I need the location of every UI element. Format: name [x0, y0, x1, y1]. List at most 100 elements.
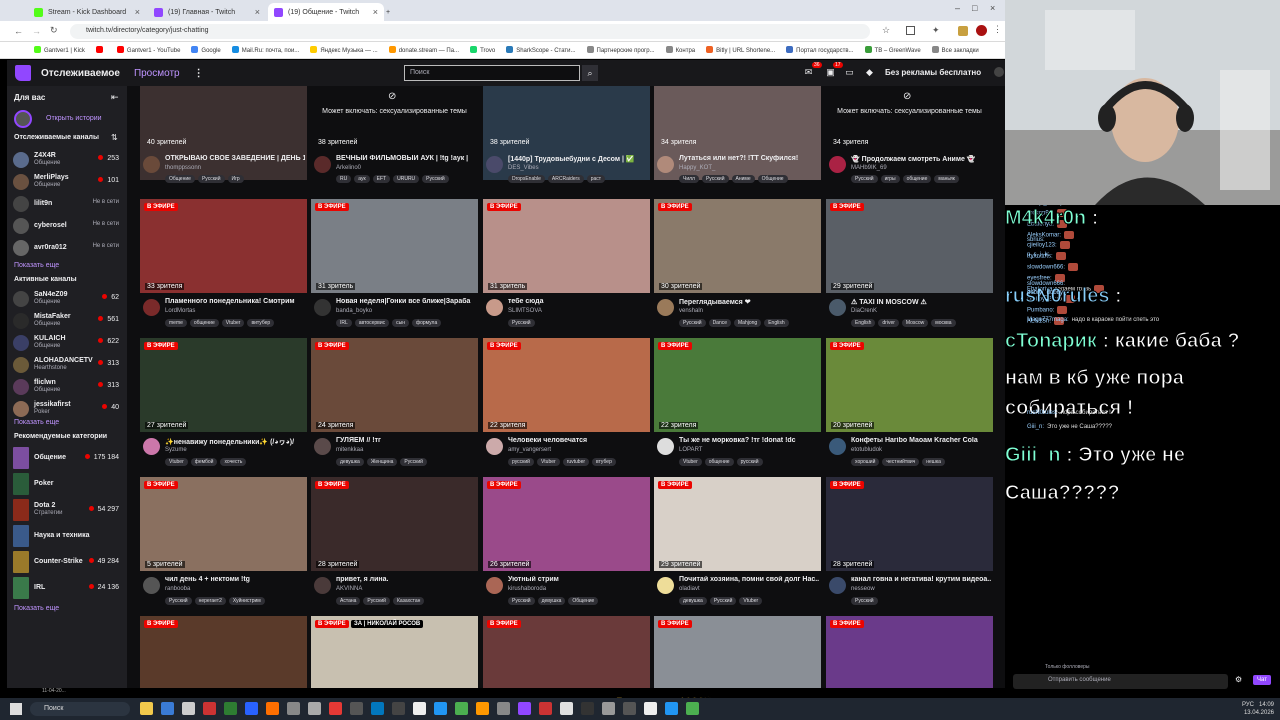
taskbar-app-icon[interactable]	[266, 702, 279, 715]
extension-icon[interactable]	[958, 26, 968, 36]
stream-title[interactable]: ⚠ TAXI IN MOSCOW ⚠	[851, 298, 991, 306]
bookmark-item[interactable]: Контра	[666, 46, 696, 54]
tag[interactable]: Vtuber	[221, 319, 245, 327]
more-icon[interactable]: ⋮	[194, 68, 204, 79]
tag[interactable]: Vtuber	[536, 458, 560, 466]
streamer-avatar[interactable]	[829, 577, 846, 594]
active-channel[interactable]: jessikafirst Poker 40	[13, 399, 125, 419]
stream-card[interactable]: В ЭФИРЕ 28 зрителей канал говна и негатива…	[826, 477, 993, 613]
extension-icon[interactable]	[906, 26, 915, 35]
tag[interactable]: Казахстан	[392, 597, 425, 605]
tag[interactable]: English	[851, 319, 876, 327]
stream-thumbnail[interactable]: В ЭФИРЕ 29 зрителей	[654, 477, 821, 571]
taskbar-app-icon[interactable]	[518, 702, 531, 715]
stream-card[interactable]: В ЭФИРЕ 29 зрителей ⚠ TAXI IN MOSCOW ⚠ DiaC…	[826, 199, 993, 335]
close-icon[interactable]: ×	[135, 7, 140, 17]
tag[interactable]: сын	[392, 319, 409, 327]
recommended-category[interactable]: Poker	[13, 473, 125, 495]
tag[interactable]: Женщина	[366, 458, 398, 466]
tag[interactable]: Русский	[165, 597, 192, 605]
stream-card[interactable]: В ЭФИРЕ 29 зрителей Почитай хозяина, помни…	[654, 477, 821, 613]
bookmark-item[interactable]: TB – GreenWave	[865, 46, 921, 54]
tag[interactable]: Русский	[422, 175, 449, 183]
tag[interactable]: раст	[586, 175, 606, 183]
bookmark-item[interactable]: Gantver1 | Kick	[34, 46, 85, 54]
tag[interactable]: Игр	[227, 175, 244, 183]
taskbar-app-icon[interactable]	[350, 702, 363, 715]
tag[interactable]: автосервис	[354, 319, 390, 327]
streamer-avatar[interactable]	[486, 438, 503, 455]
taskbar-app-icon[interactable]	[371, 702, 384, 715]
menu-icon[interactable]: ⋮	[993, 24, 1002, 35]
tag[interactable]: Русский	[701, 175, 729, 183]
chat-username[interactable]: sbrius:	[1027, 237, 1045, 243]
tag[interactable]: ruvtuber	[562, 458, 590, 466]
stream-thumbnail[interactable]: В ЭФИРЕ 27 зрителей	[140, 338, 307, 432]
avatar[interactable]	[976, 25, 987, 36]
language-indicator[interactable]: РУС	[1242, 702, 1254, 708]
stream-title[interactable]: чил день 4 + нектоми !tg	[165, 576, 305, 583]
streamer-name[interactable]: mitenkkaa	[336, 447, 363, 453]
streamer-name[interactable]: banda_boyko	[336, 308, 372, 314]
open-stories-link[interactable]: Открыть истории	[46, 115, 102, 122]
tag[interactable]: девушка	[336, 458, 364, 466]
minimize-icon[interactable]: –	[955, 3, 960, 13]
streamer-avatar[interactable]	[486, 299, 503, 316]
tag[interactable]: RU	[336, 175, 352, 183]
bookmark-item[interactable]: Mail.Ru: почта, пои...	[232, 46, 300, 54]
stream-thumbnail[interactable]: В ЭФИРЕ	[140, 616, 307, 688]
stream-title[interactable]: Почитай хозяина, помни свой долг Нас...	[679, 576, 819, 583]
stream-title[interactable]: Человеки человечатся	[508, 437, 648, 444]
taskbar-app-icon[interactable]	[644, 702, 657, 715]
tag[interactable]: игры	[880, 175, 900, 183]
taskbar-app-icon[interactable]	[560, 702, 573, 715]
tag[interactable]: Русский	[851, 597, 878, 605]
stream-card[interactable]: В ЭФИРЕ 33 зрителя Пламенного понедельника…	[140, 199, 307, 335]
tag[interactable]: витубер	[247, 319, 275, 327]
stream-card[interactable]: В ЭФИРЕ	[826, 616, 993, 688]
chat-username[interactable]: Giii_n	[1005, 444, 1061, 467]
stream-thumbnail[interactable]: В ЭФИРЕ 33 зрителя	[140, 199, 307, 293]
tag[interactable]: формула	[412, 319, 442, 327]
tag[interactable]: Русский	[851, 175, 878, 183]
tag[interactable]: девушка	[537, 597, 566, 605]
tag[interactable]: аук	[354, 175, 370, 183]
tag[interactable]: IRL	[336, 319, 352, 327]
tag[interactable]: Русский	[197, 175, 225, 183]
tag[interactable]: нешка	[922, 458, 945, 466]
stream-thumbnail[interactable]: В ЭФИРЕ 28 зрителей	[826, 477, 993, 571]
tag[interactable]: русский	[508, 458, 534, 466]
recommended-category[interactable]: Counter-Strike 49 284	[13, 551, 125, 573]
bookmark-item[interactable]: Bitly | URL Shortene...	[706, 46, 775, 54]
taskbar-app-icon[interactable]	[539, 702, 552, 715]
streamer-name[interactable]: DES_Vibes	[508, 165, 539, 171]
streamer-avatar[interactable]	[829, 156, 846, 173]
bookmark-item[interactable]: Trovo	[470, 46, 495, 54]
recommended-category[interactable]: Общение 175 184	[13, 447, 125, 469]
taskbar-app-icon[interactable]	[392, 702, 405, 715]
stream-title[interactable]: привет, я лина.	[336, 576, 476, 583]
stream-title[interactable]: Ты же не морковка? !тг !donat !dc	[679, 437, 819, 444]
stream-title[interactable]: Пламенного понедельника! Смотрим	[165, 298, 305, 305]
stream-title[interactable]: Новая неделя|Гонки все ближе|Зараба	[336, 298, 476, 305]
chat-username[interactable]: p_s_i_k:	[1027, 252, 1049, 258]
tag[interactable]: Общение	[165, 175, 195, 183]
stream-thumbnail[interactable]: В ЭФИРЕ 22 зрителя	[654, 338, 821, 432]
taskbar-app-icon[interactable]	[413, 702, 426, 715]
start-icon[interactable]	[10, 703, 22, 715]
tag[interactable]: Dance	[708, 319, 732, 327]
stream-card[interactable]: В ЭФИРЕ 26 зрителей Уютный стрим kirushabor…	[483, 477, 650, 613]
streamer-avatar[interactable]	[314, 577, 331, 594]
taskbar-app-icon[interactable]	[497, 702, 510, 715]
taskbar-app-icon[interactable]	[224, 702, 237, 715]
tag[interactable]: English	[764, 319, 789, 327]
stream-thumbnail[interactable]: В ЭФИРЕ 20 зрителей	[826, 338, 993, 432]
followed-channel[interactable]: avr0ra012 Не в сети	[13, 238, 125, 258]
stream-thumbnail[interactable]: В ЭФИРЕ	[654, 616, 821, 688]
tag[interactable]: хочесть	[220, 458, 247, 466]
sort-icon[interactable]: ⇅	[111, 133, 118, 142]
bookmark-star-icon[interactable]: ☆	[882, 25, 890, 36]
taskbar-app-icon[interactable]	[308, 702, 321, 715]
chat-username[interactable]: cTonapик	[1005, 330, 1097, 353]
taskbar-app-icon[interactable]	[182, 702, 195, 715]
